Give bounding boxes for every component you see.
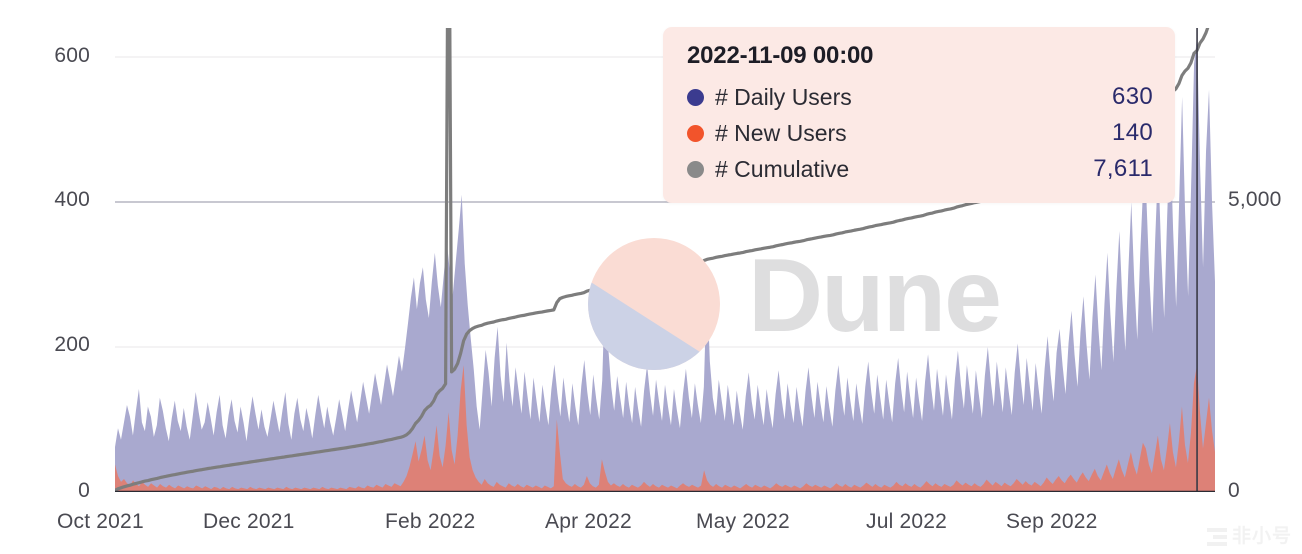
y-axis-right-tick-0: 0: [1228, 479, 1240, 502]
x-axis-tick-0: Oct 2021: [57, 510, 144, 533]
x-axis-tick-5: Jul 2022: [866, 510, 947, 533]
x-axis-tick-2: Feb 2022: [385, 510, 476, 533]
tooltip-row-cumulative: # Cumulative 7,611: [687, 151, 1153, 187]
tooltip-row-new-users: # New Users 140: [687, 115, 1153, 151]
chart-screenshot: 600 400 200 0 5,000 0 Oct 2021 Dec 2021 …: [0, 0, 1302, 554]
x-axis-tick-3: Apr 2022: [545, 510, 632, 533]
y-axis-left-tick-200: 200: [54, 333, 90, 356]
legend-dot-new-users: [687, 124, 704, 142]
tooltip-value-cumulative: 7,611: [1093, 155, 1153, 182]
legend-dot-cumulative: [687, 160, 704, 178]
tooltip-value-new-users: 140: [1112, 119, 1153, 146]
y-axis-right-tick-5000: 5,000: [1228, 188, 1282, 211]
tooltip-label-daily-users: # Daily Users: [715, 83, 852, 110]
tooltip-label-new-users: # New Users: [715, 119, 847, 146]
x-axis-tick-6: Sep 2022: [1006, 510, 1098, 533]
corner-watermark-text: 非小号: [1231, 526, 1292, 547]
tooltip-value-daily-users: 630: [1112, 83, 1153, 110]
tooltip-date-label: 2022-11-09 00:00: [687, 42, 874, 69]
chart-tooltip: 2022-11-09 00:00 # Daily Users 630 # New…: [663, 27, 1175, 203]
x-axis-tick-1: Dec 2021: [203, 510, 295, 533]
tooltip-label-cumulative: # Cumulative: [715, 155, 850, 182]
corner-watermark-mark-icon: [1206, 527, 1227, 546]
x-axis-tick-4: May 2022: [696, 510, 790, 533]
legend-dot-daily-users: [687, 88, 704, 106]
corner-watermark: 非小号: [1206, 526, 1292, 547]
y-axis-left-tick-600: 600: [54, 44, 90, 67]
y-axis-left-tick-400: 400: [54, 188, 90, 211]
y-axis-left-tick-0: 0: [78, 479, 90, 502]
tooltip-row-daily-users: # Daily Users 630: [687, 79, 1153, 115]
